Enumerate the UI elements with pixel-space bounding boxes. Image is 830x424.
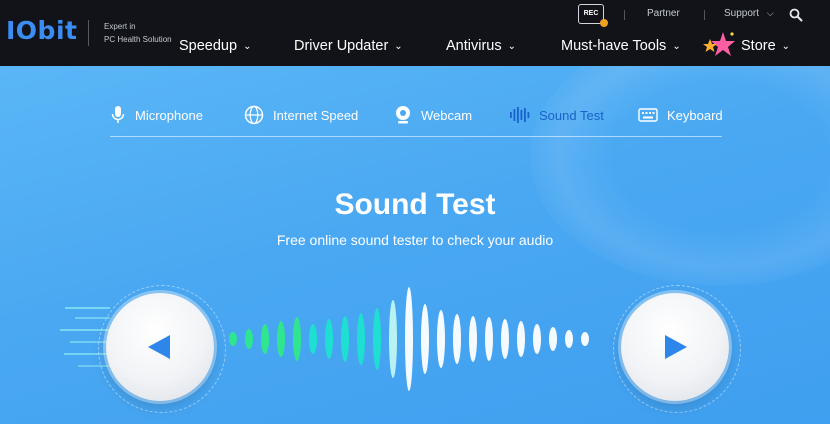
globe-icon <box>244 105 264 125</box>
wave-bar <box>341 316 349 362</box>
wave-bar <box>309 324 317 354</box>
logo-divider <box>88 20 89 46</box>
play-button[interactable] <box>621 293 729 401</box>
page-title: Sound Test <box>334 188 496 221</box>
tab-keyboard[interactable]: Keyboard <box>638 100 723 130</box>
tab-label: Webcam <box>421 107 473 123</box>
wave-bar <box>245 329 253 349</box>
chevron-down-icon: ⌄ <box>507 41 516 52</box>
wave-bar <box>501 319 509 359</box>
wave-bar <box>405 287 413 391</box>
support-menu[interactable]: Support ⌵ <box>724 8 774 19</box>
nav-store[interactable]: Store ⌄ <box>741 38 790 54</box>
background-swoosh <box>530 66 830 286</box>
wave-bar <box>517 321 525 357</box>
nav-label: Antivirus <box>446 38 502 54</box>
chevron-down-icon: ⌵ <box>766 8 774 18</box>
wave-bar <box>325 319 333 359</box>
tool-tabs: Microphone Internet Speed Webcam Sound T… <box>110 100 723 137</box>
previous-button[interactable] <box>106 293 214 401</box>
tagline-line-1: Expert in <box>104 22 136 31</box>
wave-bar <box>421 304 429 374</box>
wave-bar <box>485 317 493 361</box>
nav-label: Store <box>741 38 776 54</box>
brand-tagline: Expert in PC Health Solution <box>104 20 172 46</box>
webcam-icon <box>396 106 410 124</box>
nav-speedup[interactable]: Speedup ⌄ <box>179 38 251 54</box>
rec-screen-recorder-icon[interactable]: REC <box>578 4 608 27</box>
partner-link[interactable]: Partner <box>647 8 680 19</box>
support-label: Support <box>724 8 760 19</box>
wave-bar <box>565 330 573 348</box>
wave-bar <box>357 313 365 365</box>
wave-bar <box>277 321 285 357</box>
wave-bar <box>549 327 557 351</box>
wave-bar <box>437 310 445 368</box>
nav-label: Must-have Tools <box>561 38 667 54</box>
hero-section: Microphone Internet Speed Webcam Sound T… <box>0 66 830 424</box>
chevron-down-icon: ⌄ <box>672 41 681 52</box>
wave-bar <box>389 300 397 378</box>
nav-antivirus[interactable]: Antivirus ⌄ <box>446 38 516 54</box>
util-separator <box>704 10 705 20</box>
tab-sound-test[interactable]: Sound Test <box>510 100 604 130</box>
page: IObit Expert in PC Health Solution REC P… <box>0 0 830 424</box>
microphone-icon <box>111 106 125 123</box>
top-navigation: IObit Expert in PC Health Solution REC P… <box>0 0 830 66</box>
tab-label: Keyboard <box>667 107 723 123</box>
wave-bar <box>469 316 477 362</box>
sound-wave-icon <box>510 107 530 123</box>
tab-webcam[interactable]: Webcam <box>394 100 472 130</box>
keyboard-icon <box>638 108 658 122</box>
tab-internet-speed[interactable]: Internet Speed <box>244 100 358 130</box>
tab-label: Sound Test <box>539 107 604 123</box>
chevron-down-icon: ⌄ <box>781 41 791 52</box>
iobit-logo[interactable]: IObit <box>6 16 77 45</box>
tab-label: Internet Speed <box>273 107 359 123</box>
tab-label: Microphone <box>135 107 203 123</box>
store-star-icon <box>703 32 735 56</box>
wave-bar <box>453 314 461 364</box>
wave-bar <box>533 324 541 354</box>
wave-bar <box>293 317 301 361</box>
wave-bar <box>373 308 381 370</box>
nav-must-have-tools[interactable]: Must-have Tools ⌄ <box>561 38 681 54</box>
wave-bar <box>581 332 589 346</box>
chevron-down-icon: ⌄ <box>394 41 403 52</box>
triangle-left-icon <box>148 335 170 359</box>
sound-waveform <box>229 287 589 391</box>
tab-microphone[interactable]: Microphone <box>110 100 203 130</box>
search-icon[interactable] <box>789 8 803 22</box>
wave-bar <box>261 324 269 354</box>
nav-label: Speedup <box>179 38 238 54</box>
nav-label: Driver Updater <box>294 38 389 54</box>
chevron-down-icon: ⌄ <box>243 41 252 52</box>
tagline-line-2: PC Health Solution <box>104 35 172 44</box>
util-separator <box>624 10 625 20</box>
wave-bar <box>229 332 237 346</box>
page-subtitle: Free online sound tester to check your a… <box>276 232 554 248</box>
play-icon <box>665 335 687 359</box>
nav-driver-updater[interactable]: Driver Updater ⌄ <box>294 38 403 54</box>
